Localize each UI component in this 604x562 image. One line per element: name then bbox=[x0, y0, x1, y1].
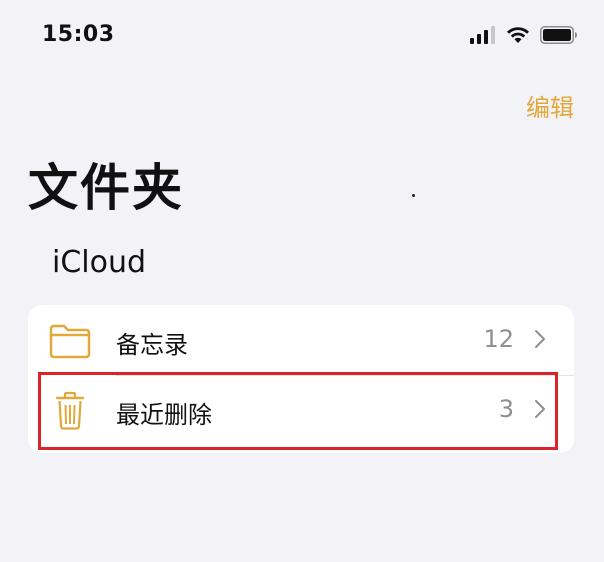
chevron-right-icon bbox=[535, 330, 545, 348]
folder-icon bbox=[49, 324, 91, 359]
wifi-icon bbox=[507, 27, 529, 43]
battery-icon bbox=[540, 26, 577, 44]
signal-icon bbox=[470, 26, 495, 44]
page-title: 文件夹 bbox=[28, 159, 184, 217]
status-time: 15:03 bbox=[42, 22, 115, 47]
folder-label: 备忘录 bbox=[116, 331, 188, 359]
folder-count: 12 bbox=[483, 325, 514, 353]
highlight-annotation-box bbox=[38, 372, 558, 450]
folder-row-notes[interactable]: 备忘录 12 bbox=[28, 305, 574, 376]
stray-dot bbox=[412, 194, 415, 197]
edit-button[interactable]: 编辑 bbox=[526, 88, 574, 123]
section-header-icloud: iCloud bbox=[52, 245, 147, 280]
status-bar: 15:03 bbox=[0, 0, 604, 70]
status-icons bbox=[470, 26, 578, 44]
